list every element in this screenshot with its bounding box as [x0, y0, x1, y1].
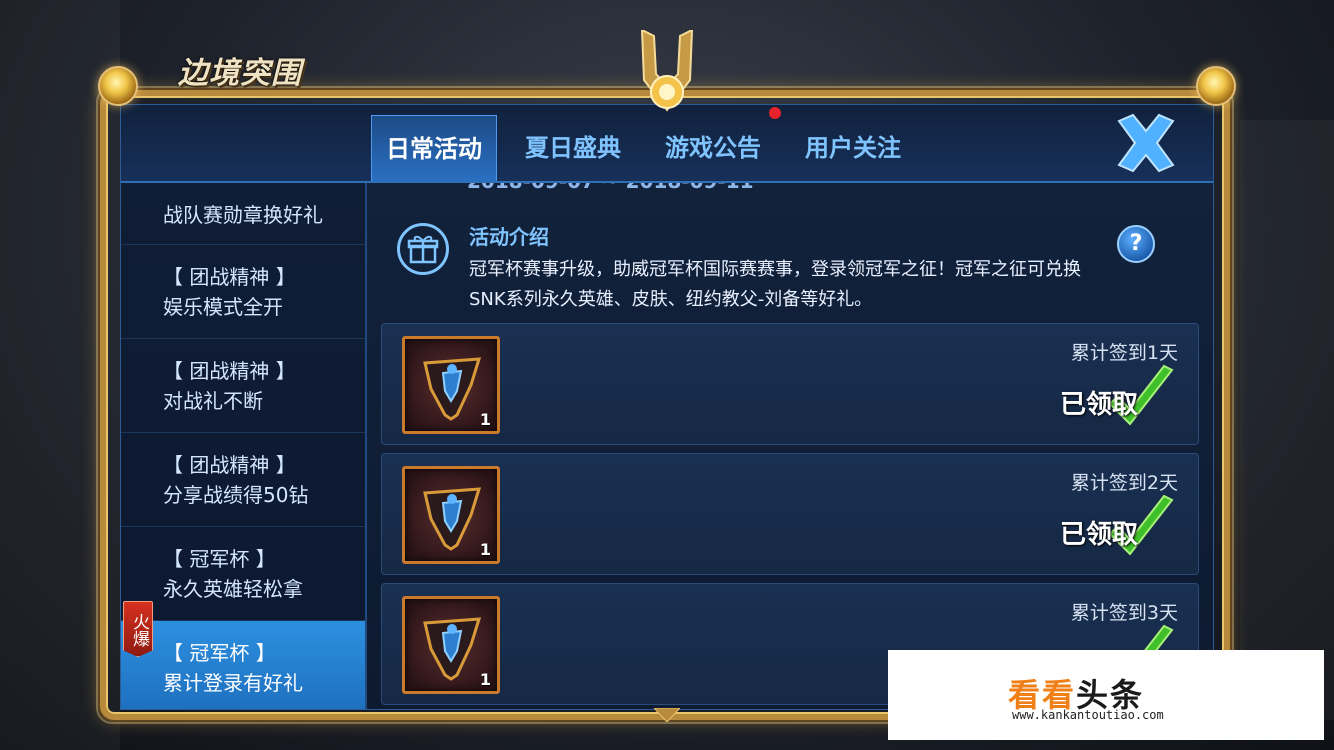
champion-token-icon[interactable]: 1: [402, 596, 500, 694]
sidebar-item-subtitle: 累计登录有好礼: [163, 671, 303, 695]
sidebar-item-title: 【 冠军杯 】: [163, 547, 276, 571]
gem-ornament-left: [98, 66, 138, 106]
sidebar-item-title: 【 冠军杯 】: [163, 641, 276, 665]
tab-user-follow[interactable]: 用户关注: [791, 115, 915, 181]
sidebar-item-title: 【 团战精神 】: [163, 265, 296, 289]
intro-title: 活动介绍: [469, 225, 549, 249]
champion-token-icon[interactable]: 1: [402, 466, 500, 564]
event-panel: 日常活动 夏日盛典 游戏公告 用户关注 战队赛勋章换好礼 【 团战精神 】 娱乐…: [120, 104, 1214, 710]
reward-label: 累计签到2天: [1070, 472, 1178, 494]
background-panel-right: [1240, 120, 1334, 720]
sidebar-item-share-record[interactable]: 【 团战精神 】 分享战绩得50钻: [121, 433, 365, 527]
tab-daily-activities[interactable]: 日常活动: [371, 115, 497, 181]
mode-title: 边境突围: [178, 56, 302, 91]
watermark: 看看头条 www.kankantoutiao.com: [888, 650, 1324, 740]
sidebar-item-title: 【 团战精神 】: [163, 359, 296, 383]
intro-text: 冠军杯赛事升级，助威冠军杯国际赛赛事，登录领冠军之征！冠军之征可兑换SNK系列永…: [469, 259, 1081, 310]
notification-dot: [769, 107, 781, 119]
sidebar-item-permanent-hero[interactable]: 【 冠军杯 】 永久英雄轻松拿: [121, 527, 365, 621]
reward-row: 1 累计签到2天 已领取: [381, 453, 1199, 575]
reward-label: 累计签到3天: [1070, 602, 1178, 624]
claimed-status: 已领取: [1059, 390, 1138, 420]
gem-ornament-right: [1196, 66, 1236, 106]
sidebar-item-team-medal[interactable]: 战队赛勋章换好礼: [121, 135, 365, 245]
champion-token-icon[interactable]: 1: [402, 336, 500, 434]
bottom-ornament: [654, 708, 680, 722]
crest-ornament: [640, 30, 694, 112]
tab-game-announcements[interactable]: 游戏公告: [651, 115, 775, 181]
tab-summer-festival[interactable]: 夏日盛典: [511, 115, 635, 181]
activity-content: 2018-09-07 ~ 2018-09-11 活动介绍 冠军杯赛事升级，助威冠…: [367, 183, 1213, 709]
reward-count: 1: [479, 670, 491, 689]
hot-badge: 火爆: [123, 601, 153, 657]
sidebar-item-subtitle: 分享战绩得50钻: [163, 483, 309, 507]
sidebar-item-login-rewards[interactable]: 【 冠军杯 】 累计登录有好礼: [121, 621, 365, 709]
sidebar-item-subtitle: 永久英雄轻松拿: [163, 577, 303, 601]
reward-count: 1: [479, 410, 491, 429]
sidebar-item-title: 【 团战精神 】: [163, 453, 296, 477]
gift-icon: [397, 223, 449, 275]
close-x-icon: [1117, 113, 1175, 173]
reward-row: 1 累计签到1天 已领取: [381, 323, 1199, 445]
activity-sidebar: 战队赛勋章换好礼 【 团战精神 】 娱乐模式全开 【 团战精神 】 对战礼不断 …: [121, 183, 367, 709]
sidebar-item-battle-gifts[interactable]: 【 团战精神 】 对战礼不断: [121, 339, 365, 433]
reward-count: 1: [479, 540, 491, 559]
claimed-status: 已领取: [1059, 520, 1138, 550]
sidebar-item-subtitle: 娱乐模式全开: [163, 295, 283, 319]
sidebar-item-entertainment[interactable]: 【 团战精神 】 娱乐模式全开: [121, 245, 365, 339]
reward-label: 累计签到1天: [1070, 342, 1178, 364]
help-icon[interactable]: ?: [1117, 225, 1155, 263]
sidebar-item-subtitle: 战队赛勋章换好礼: [163, 203, 323, 227]
watermark-url: www.kankantoutiao.com: [1012, 708, 1164, 722]
sidebar-item-subtitle: 对战礼不断: [163, 389, 263, 413]
activity-date-range: 2018-09-07 ~ 2018-09-11: [467, 183, 754, 193]
close-button[interactable]: [1111, 111, 1181, 175]
